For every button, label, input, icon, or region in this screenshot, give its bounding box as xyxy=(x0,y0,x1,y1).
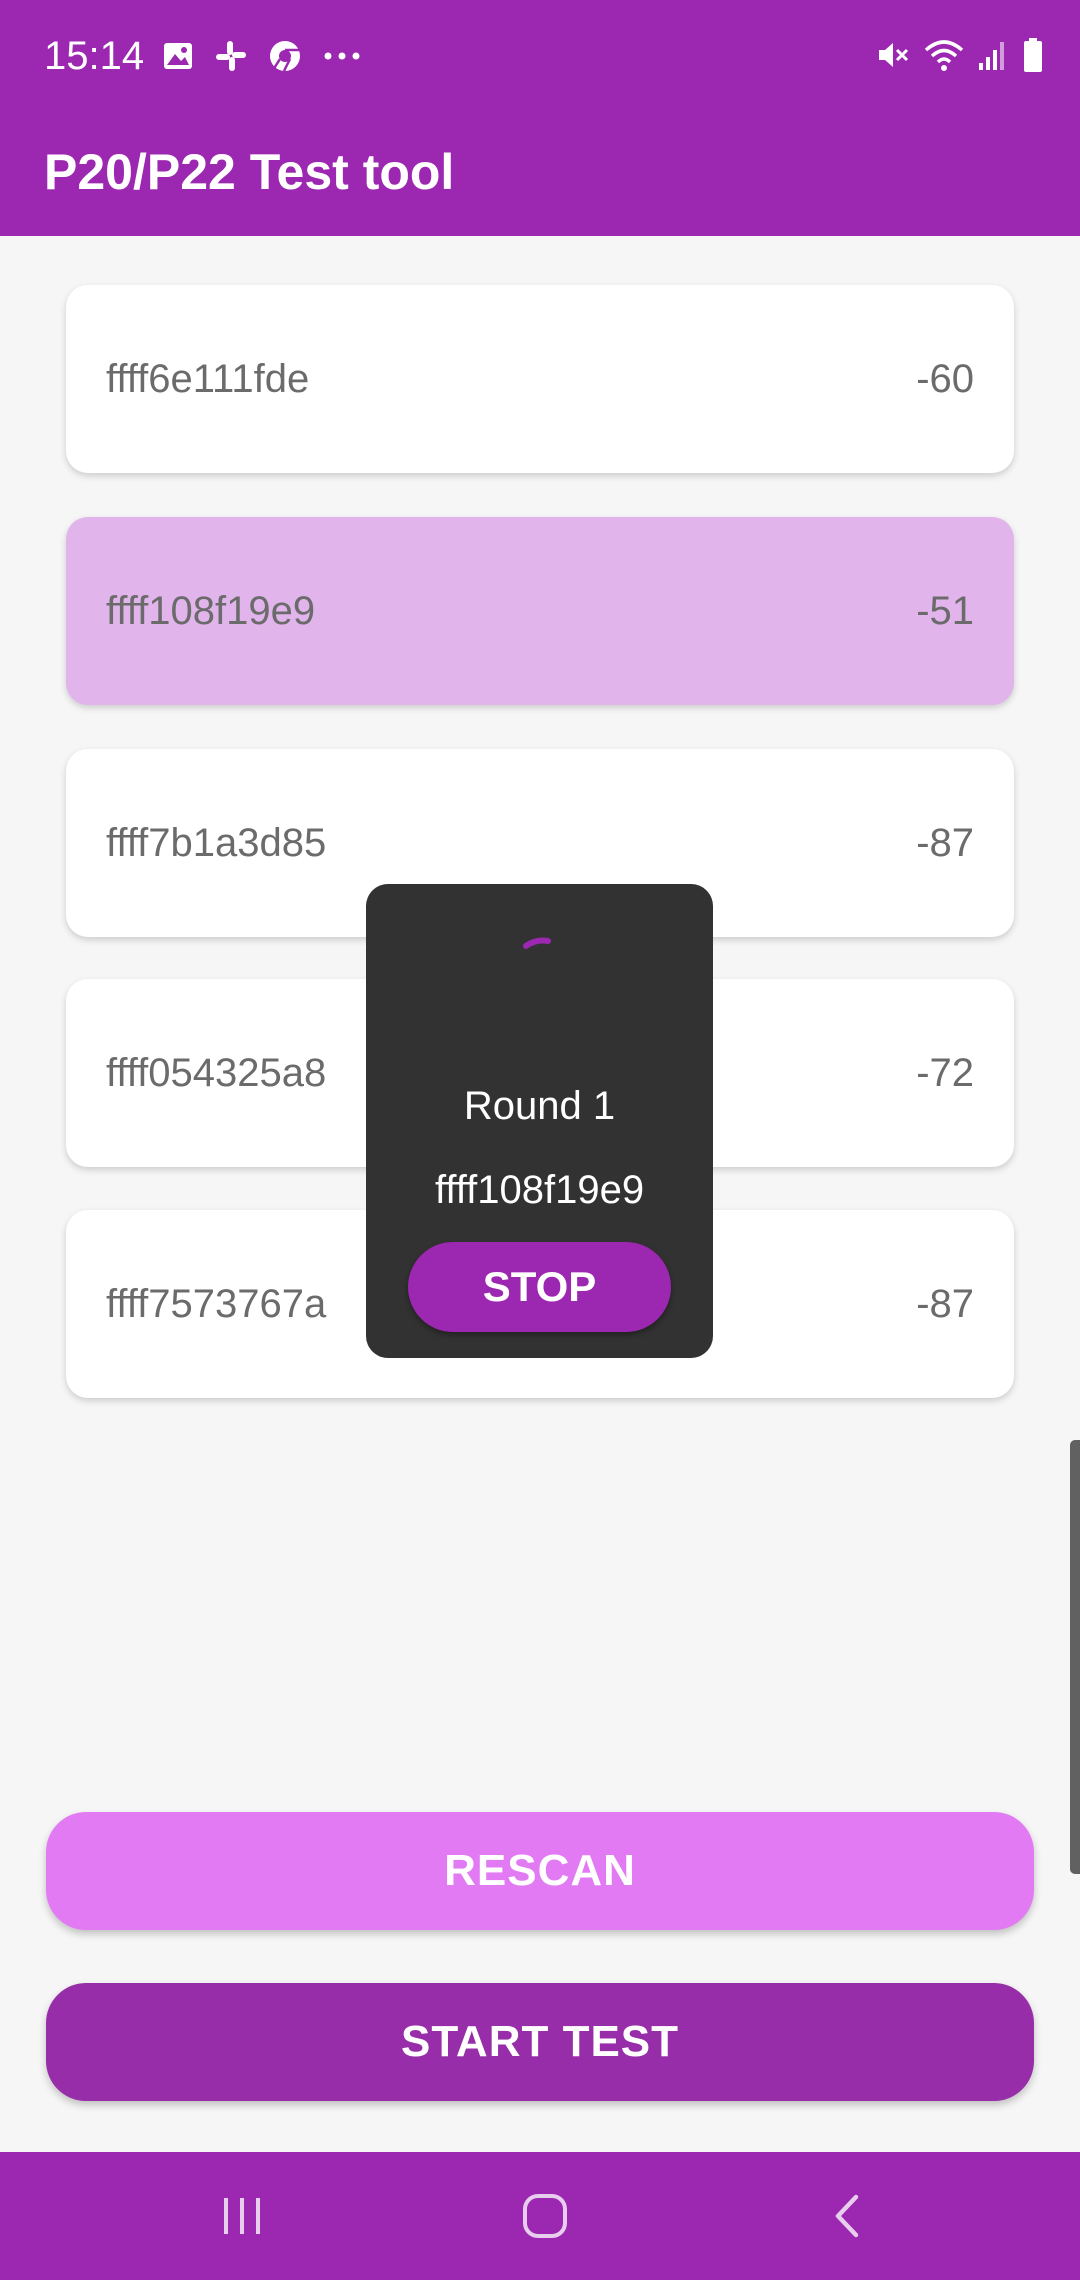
device-id: ffff7b1a3d85 xyxy=(106,821,327,865)
test-progress-dialog: Round 1 ffff108f19e9 STOP xyxy=(366,884,713,1358)
battery-icon xyxy=(1022,37,1044,73)
round-label: Round 1 xyxy=(463,1084,616,1128)
device-id: ffff108f19e9 xyxy=(106,589,316,633)
app-bar: P20/P22 Test tool xyxy=(0,110,1080,236)
device-id: ffff7573767a xyxy=(106,1282,327,1326)
device-rssi: -72 xyxy=(916,1051,974,1095)
device-rssi: -51 xyxy=(916,589,974,633)
recents-icon[interactable] xyxy=(207,2186,277,2246)
dialog-device-id: ffff108f19e9 xyxy=(434,1168,645,1212)
device-rssi: -60 xyxy=(916,357,974,401)
signal-icon xyxy=(978,39,1008,71)
slack-icon xyxy=(214,39,248,73)
more-notifications-icon xyxy=(322,50,362,62)
mute-icon xyxy=(876,38,910,72)
notification-icons xyxy=(162,34,362,78)
stop-button[interactable]: STOP xyxy=(408,1242,671,1332)
device-rssi: -87 xyxy=(916,1282,974,1326)
back-icon[interactable] xyxy=(812,2186,882,2246)
wifi-icon xyxy=(924,38,964,72)
device-id: ffff054325a8 xyxy=(106,1051,327,1095)
app-title: P20/P22 Test tool xyxy=(44,144,455,200)
scrollbar-thumb[interactable] xyxy=(1070,1440,1080,1874)
device-id: ffff6e111fde xyxy=(106,357,310,401)
system-status-icons xyxy=(876,30,1044,80)
status-time: 15:14 xyxy=(44,34,145,78)
navigation-bar xyxy=(0,2152,1080,2280)
chrome-icon xyxy=(268,39,302,73)
status-bar: 15:14 xyxy=(0,0,1080,110)
device-list-item-selected[interactable]: ffff108f19e9 -51 xyxy=(66,517,1014,705)
rescan-button[interactable]: RESCAN xyxy=(46,1812,1034,1930)
loading-spinner-icon xyxy=(506,924,576,994)
device-list-item[interactable]: ffff6e111fde -60 xyxy=(66,285,1014,473)
home-icon[interactable] xyxy=(510,2186,580,2246)
gallery-icon xyxy=(162,40,194,72)
device-rssi: -87 xyxy=(916,821,974,865)
start-test-button[interactable]: START TEST xyxy=(46,1983,1034,2101)
